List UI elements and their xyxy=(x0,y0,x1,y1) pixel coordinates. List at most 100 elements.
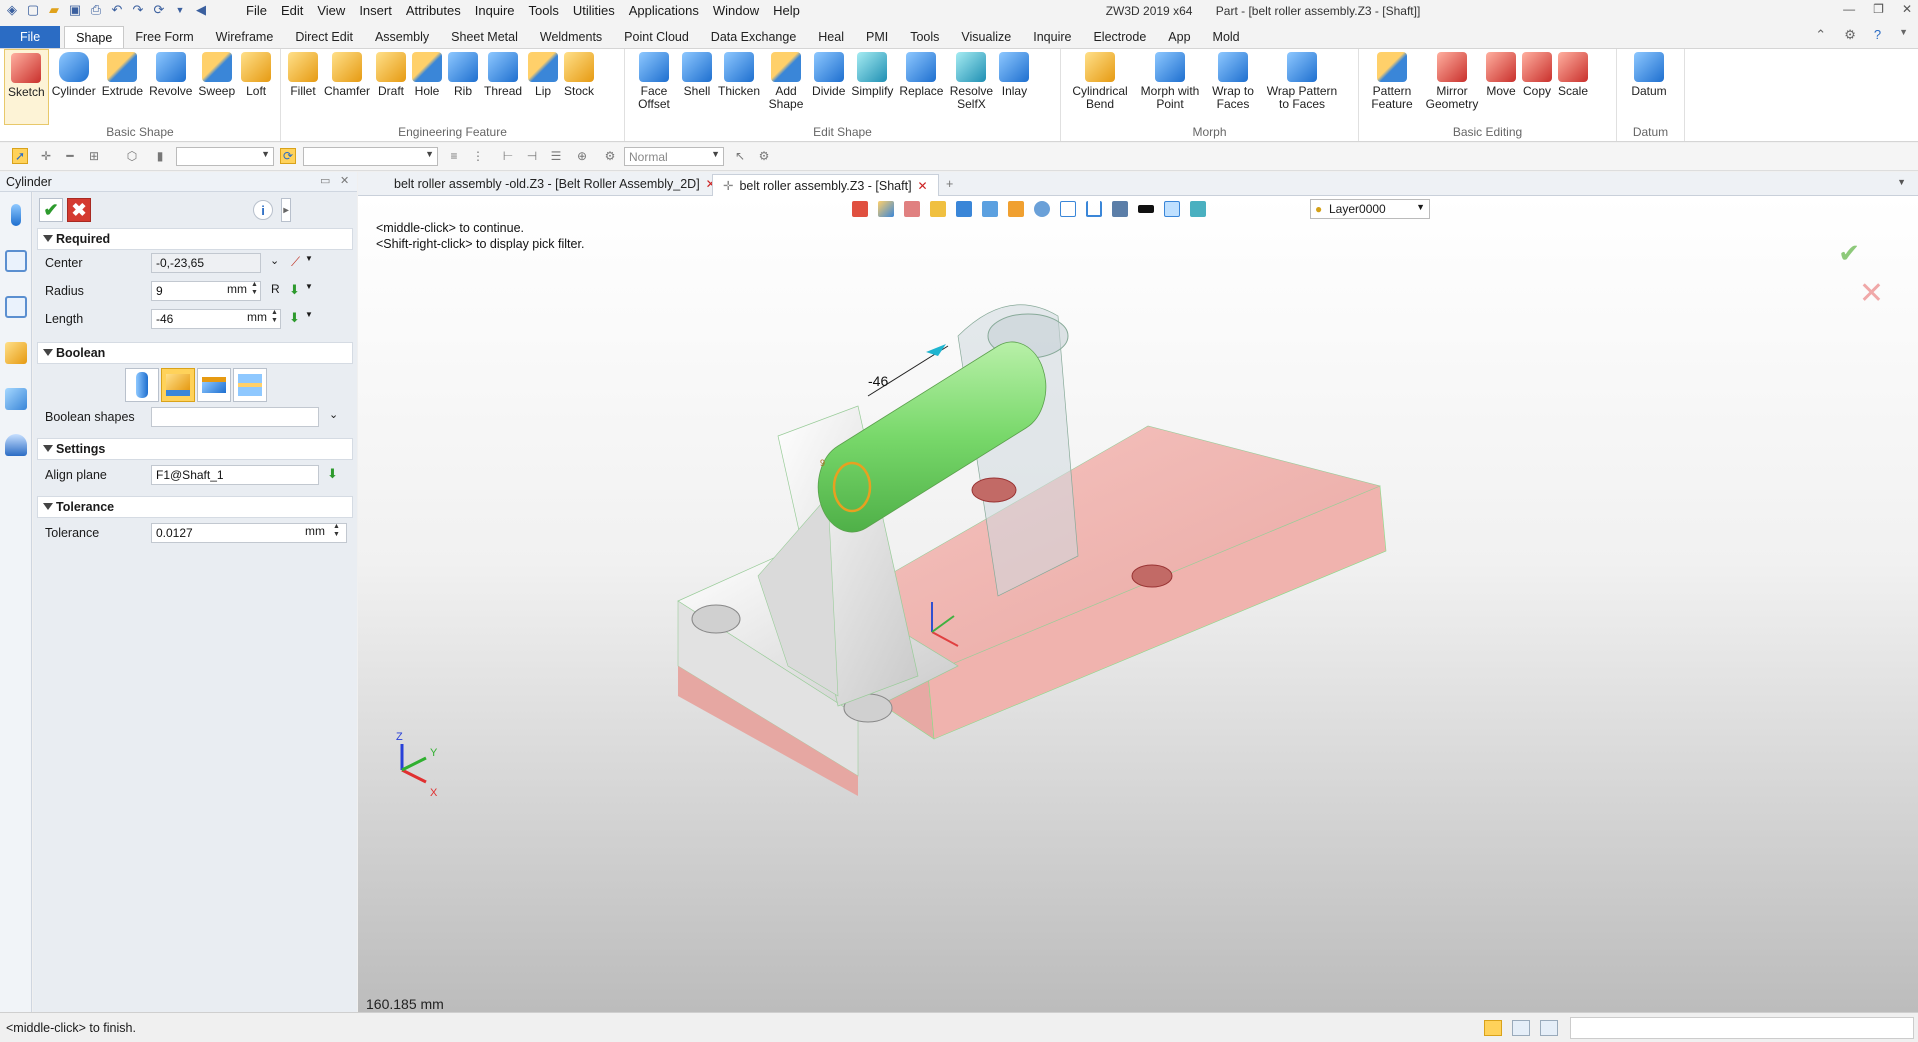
status-list-icon[interactable] xyxy=(1540,1020,1558,1036)
replace-button[interactable]: Replace xyxy=(896,49,946,125)
chevron-down-icon[interactable]: ▼ xyxy=(1899,27,1908,43)
collapse-ribbon-icon[interactable]: ⌃ xyxy=(1815,27,1826,43)
help-icon[interactable]: ? xyxy=(1874,27,1881,43)
lip-button[interactable]: Lip xyxy=(525,49,561,125)
menu-insert[interactable]: Insert xyxy=(359,3,392,18)
tab-pmi[interactable]: PMI xyxy=(855,26,899,48)
redo-icon[interactable]: ↷ xyxy=(130,2,146,18)
revolve-button[interactable]: Revolve xyxy=(146,49,195,125)
user-icon[interactable] xyxy=(5,434,27,456)
cursor-icon[interactable]: ↖ xyxy=(732,148,748,164)
boolean-intersect-button[interactable] xyxy=(233,368,267,402)
copy-button[interactable]: Copy xyxy=(1519,49,1555,125)
menu-view[interactable]: View xyxy=(317,3,345,18)
new-tab-button[interactable]: + xyxy=(936,174,963,196)
fillet-button[interactable]: Fillet xyxy=(285,49,321,125)
filter-combo[interactable]: ▼ xyxy=(176,147,274,166)
pick-point-icon[interactable]: ⟋ xyxy=(291,254,300,270)
status-display-icon[interactable] xyxy=(1512,1020,1530,1036)
list-icon[interactable]: ☰ xyxy=(548,148,564,164)
pin-panel-icon[interactable]: ▭ xyxy=(320,174,330,187)
mirror-geometry-button[interactable]: Mirror Geometry xyxy=(1421,49,1483,125)
boolean-add-button[interactable] xyxy=(161,368,195,402)
doc-tab-old-assembly[interactable]: belt roller assembly -old.Z3 - [Belt Rol… xyxy=(384,174,726,196)
menu-tools[interactable]: Tools xyxy=(529,3,559,18)
refresh-filter-icon[interactable]: ⟳ xyxy=(280,148,296,164)
scale-button[interactable]: Scale xyxy=(1555,49,1591,125)
chevron-down-icon[interactable]: ▼ xyxy=(305,282,313,291)
draft-button[interactable]: Draft xyxy=(373,49,409,125)
minimize-icon[interactable]: — xyxy=(1843,2,1855,16)
settings-gear-icon[interactable]: ⚙ xyxy=(1844,27,1856,43)
menu-inquire[interactable]: Inquire xyxy=(475,3,515,18)
measure-icon[interactable]: ⬇ xyxy=(327,466,338,482)
morph-with-point-button[interactable]: Morph with Point xyxy=(1135,49,1205,125)
tab-wireframe[interactable]: Wireframe xyxy=(205,26,285,48)
tab-direct-edit[interactable]: Direct Edit xyxy=(284,26,364,48)
align-plane-field[interactable]: F1@Shaft_1 xyxy=(151,465,319,485)
wrap-to-faces-button[interactable]: Wrap to Faces xyxy=(1205,49,1261,125)
chevron-down-icon[interactable]: ▼ xyxy=(305,254,313,263)
tolerance-spinner[interactable]: ▲ ▼ xyxy=(333,523,340,539)
inlay-button[interactable]: Inlay xyxy=(996,49,1032,125)
refresh-icon[interactable]: ⟳ xyxy=(151,2,167,18)
history-tree-icon[interactable] xyxy=(5,250,27,272)
menu-file[interactable]: File xyxy=(246,3,267,18)
section-tolerance[interactable]: Tolerance xyxy=(37,496,353,518)
center-field[interactable]: -0,-23,65 xyxy=(151,253,261,273)
filter-icon[interactable]: ▮ xyxy=(152,148,168,164)
double-chevron-down-icon[interactable]: ⌄ xyxy=(329,408,338,421)
divide-button[interactable]: Divide xyxy=(809,49,848,125)
visual-manager-icon[interactable] xyxy=(5,388,27,410)
expand-panel-icon[interactable]: ▸ xyxy=(281,198,291,222)
boolean-shapes-field[interactable] xyxy=(151,407,319,427)
loft-button[interactable]: Loft xyxy=(238,49,274,125)
distribute-icon[interactable]: ⋮ xyxy=(470,148,486,164)
pattern-feature-button[interactable]: Pattern Feature xyxy=(1363,49,1421,125)
tab-inquire[interactable]: Inquire xyxy=(1022,26,1082,48)
radius-spinner[interactable]: ▲ ▼ xyxy=(251,281,258,297)
cylinder-icon[interactable] xyxy=(11,204,21,226)
minus-icon[interactable]: ━ xyxy=(62,148,78,164)
sweep-button[interactable]: Sweep xyxy=(195,49,238,125)
snap-end-icon[interactable]: ⊣ xyxy=(524,148,540,164)
wrap-pattern-to-faces-button[interactable]: Wrap Pattern to Faces xyxy=(1261,49,1343,125)
tab-shape[interactable]: Shape xyxy=(64,26,125,48)
save-icon[interactable]: ▣ xyxy=(67,2,83,18)
sketch-button[interactable]: Sketch xyxy=(4,49,49,125)
close-icon[interactable]: ✕ xyxy=(1902,2,1912,16)
tab-electrode[interactable]: Electrode xyxy=(1082,26,1157,48)
tab-visualize[interactable]: Visualize xyxy=(950,26,1022,48)
tab-tools[interactable]: Tools xyxy=(899,26,950,48)
add-shape-button[interactable]: Add Shape xyxy=(763,49,809,125)
tab-list-icon[interactable]: ▼ xyxy=(1887,174,1916,196)
selection-combo[interactable]: ▼ xyxy=(303,147,438,166)
settings-gear-icon[interactable]: ⚙ xyxy=(602,148,618,164)
align-icon[interactable]: ≡ xyxy=(446,148,462,164)
hole-button[interactable]: Hole xyxy=(409,49,445,125)
menu-attributes[interactable]: Attributes xyxy=(406,3,461,18)
menu-edit[interactable]: Edit xyxy=(281,3,303,18)
move-button[interactable]: Move xyxy=(1483,49,1519,125)
open-file-icon[interactable]: ▰ xyxy=(46,2,62,18)
measure-icon[interactable]: ⬇ xyxy=(289,282,300,298)
pick-mode-combo[interactable]: Normal ▼ xyxy=(624,147,724,166)
ok-button[interactable]: ✔ xyxy=(39,198,63,222)
file-tab[interactable]: File xyxy=(0,26,61,48)
stock-button[interactable]: Stock xyxy=(561,49,597,125)
menu-help[interactable]: Help xyxy=(773,3,800,18)
chevron-down-icon[interactable]: ▼ xyxy=(172,2,188,18)
new-file-icon[interactable]: ▢ xyxy=(25,2,41,18)
model-view[interactable]: -46 9 Z Y X xyxy=(358,196,1918,1012)
polygon-icon[interactable]: ⬡ xyxy=(124,148,140,164)
back-arrow-icon[interactable]: ◀ xyxy=(193,2,209,18)
boolean-remove-button[interactable] xyxy=(197,368,231,402)
print-icon[interactable]: ⎙ xyxy=(88,2,104,18)
datum-button[interactable]: Datum xyxy=(1621,49,1677,125)
grid-add-icon[interactable]: ⊞ xyxy=(86,148,102,164)
extrude-button[interactable]: Extrude xyxy=(99,49,146,125)
move-cross-icon[interactable]: ✛ xyxy=(38,148,54,164)
face-offset-button[interactable]: Face Offset xyxy=(629,49,679,125)
boolean-base-button[interactable] xyxy=(125,368,159,402)
section-settings[interactable]: Settings xyxy=(37,438,353,460)
